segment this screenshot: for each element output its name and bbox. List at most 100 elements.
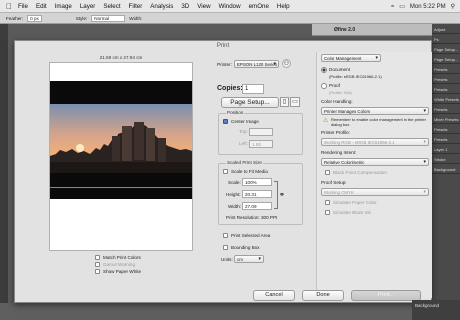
menu-file[interactable]: File [18,3,28,10]
menu-image[interactable]: Image [55,3,72,10]
bounding-box-checkbox[interactable] [223,245,228,250]
document-label: Document [329,67,350,72]
landscape-icon[interactable]: ▭ [290,97,300,107]
rendering-intent-select[interactable]: Relative Colorimetric [321,158,429,166]
units-select[interactable]: cm [234,255,264,263]
show-paper-white-label: Show Paper White [103,269,142,274]
preview-photo [50,104,192,173]
panel-item[interactable]: Presets [432,124,460,134]
style-select[interactable]: Normal [91,14,126,22]
layer-background[interactable]: Background [415,303,457,308]
height-label: Height: [226,192,241,197]
gamut-warning-checkbox[interactable] [95,262,100,267]
portrait-icon[interactable]: ▯ [280,97,289,107]
match-print-colors-label: Match Print Colors [103,255,141,260]
panel-item[interactable]: Presets [432,74,460,84]
feather-input[interactable]: 0 px [27,14,42,22]
panel-item[interactable]: Ps [432,34,460,44]
proof-profile: (Profile: N/A) [329,90,352,95]
print-selected-area-checkbox[interactable] [223,233,228,238]
menu-bar:  File Edit Image Layer Select Filter An… [0,0,460,13]
center-image-checkbox[interactable] [223,119,228,124]
color-handling-label: Color Handling: [321,99,353,104]
panel-item[interactable]: Mixer Presets [432,114,460,124]
panel-item[interactable]: Presets [432,64,460,74]
city-skyline-image [50,104,192,173]
bounding-box-label: Bounding Box [231,245,260,250]
scale-to-fit-checkbox[interactable] [223,169,228,174]
color-management-select[interactable]: Color Management [321,54,381,62]
proof-setup-select[interactable]: Working CMYK [321,188,429,196]
options-bar: Feather: 0 px Style: Normal Width: [0,13,460,24]
left-input[interactable]: 1.93 [249,140,273,148]
tools-panel [0,24,8,320]
panel-item[interactable]: Presets [432,104,460,114]
proof-radio[interactable] [321,83,327,89]
layers-panel-bottom: Background [412,300,460,320]
panel-item[interactable]: Layer 1 [432,144,460,154]
gamut-warning-label: Gamut Warning [103,262,135,267]
battery-icon[interactable]: ▭ [399,3,405,10]
menu-emone[interactable]: emOne [249,3,269,10]
cancel-button[interactable]: Cancel [253,290,295,301]
menu-layer[interactable]: Layer [80,3,95,10]
copies-label: Copies: [217,85,243,92]
document-radio[interactable] [321,67,327,73]
color-management-pane: Color Management Document (Profile: sRGB… [316,52,432,298]
preview-divider [50,187,192,188]
left-label: Left: [239,141,248,146]
panel-item[interactable]: Page Setup... [432,44,460,54]
apple-icon[interactable]:  [6,2,12,11]
printer-profile-select[interactable]: Working RGB - sRGB IEC61966-2.1 [321,138,429,146]
constrain-bracket [274,181,278,209]
units-label: Units: [221,257,233,262]
feather-label: Feather: [6,15,24,21]
link-icon[interactable]: ⚭ [279,191,285,199]
scale-to-fit-label: Scale to Fit Media [231,169,268,174]
simulate-paper-checkbox[interactable] [325,200,330,205]
black-point-checkbox[interactable] [325,170,330,175]
copies-input[interactable]: 1 [242,84,264,94]
panel-item[interactable]: Adjust [432,24,460,34]
menu-filter[interactable]: Filter [129,3,143,10]
panel-item[interactable]: Background [432,164,460,174]
menu-3d[interactable]: 3D [181,3,189,10]
scale-input[interactable]: 100% [242,178,272,186]
document-profile: (Profile: sRGB IEC61966-2.1) [329,74,382,79]
page-setup-button[interactable]: Page Setup... [221,97,279,108]
menu-edit[interactable]: Edit [36,3,47,10]
print-button[interactable]: Print... [351,290,421,301]
color-handling-select[interactable]: Printer Manages Colors [321,107,429,115]
menu-select[interactable]: Select [103,3,120,10]
document-canvas-edge [0,303,432,320]
simulate-paper-label: Simulate Paper Color [333,200,377,205]
menu-view[interactable]: View [197,3,210,10]
clock[interactable]: Mon 5:22 PM [410,4,446,10]
print-dialog: Print 21.59 cm x 27.94 cm Match Print Co… [14,40,432,303]
panel-item[interactable]: Presets [432,134,460,144]
printer-status-icon[interactable]: ⚇ [282,59,291,68]
wifi-icon[interactable]: ≈ [391,4,394,10]
color-management-note: Remember to enable color management in t… [331,117,426,127]
menu-help[interactable]: Help [277,3,290,10]
menu-window[interactable]: Window [219,3,241,10]
menu-analysis[interactable]: Analysis [150,3,173,10]
simulate-black-checkbox[interactable] [325,210,330,215]
panel-item[interactable]: Presets [432,84,460,94]
search-icon[interactable]: ⚲ [451,3,455,10]
width-input[interactable]: 27.09 [242,202,272,210]
match-print-colors-checkbox[interactable] [95,255,100,260]
panel-item[interactable]: White Presets [432,94,460,104]
printer-label: Printer: [217,62,232,67]
show-paper-white-checkbox[interactable] [95,269,100,274]
style-label: Style: [75,15,88,21]
print-selected-area-label: Print Selected Area [231,233,271,238]
top-input[interactable] [249,128,273,136]
done-button[interactable]: Done [302,290,344,301]
paper-size-caption: 21.59 cm x 27.94 cm [99,55,143,60]
height-input[interactable]: 20.31 [242,190,272,198]
panel-item[interactable]: Stroke [432,154,460,164]
print-resolution: Print Resolution: 300 PPI [226,215,278,220]
panel-item[interactable]: Page Setup... [432,54,460,64]
printer-select[interactable]: EPSON L120 Series [234,60,279,68]
